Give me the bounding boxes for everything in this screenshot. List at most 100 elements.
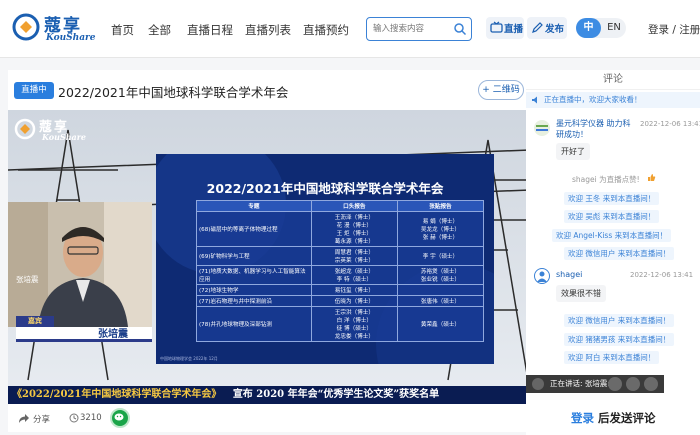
logo-text-en: KouShare xyxy=(46,33,96,43)
wechat-icon xyxy=(114,413,124,421)
live-main-panel: 直播中 2022/2021年中国地球科学联合学术年会 + 二维码 蔻享 KouS… xyxy=(8,70,530,432)
scroll-bottom-icon[interactable] xyxy=(608,377,622,391)
table-cell: 黄荣鑫（硕士） xyxy=(396,306,485,342)
live-title: 2022/2021年中国地球科学联合学术年会 xyxy=(58,85,289,100)
table-cell: (68)磁层中的等离子体物理过程 xyxy=(196,211,312,247)
lang-en-button[interactable]: EN xyxy=(603,18,625,38)
ticker-title: 《2022/2021年中国地球科学联合学术年会》 xyxy=(12,389,222,400)
presentation-slide: 2022/2021年中国地球科学联合学术年会 专题 口头报告 张贴报告 (68)… xyxy=(156,154,494,364)
welcome-message: 欢迎 微信用户 来到本直播间！ xyxy=(564,247,675,260)
comment-message: 开好了 xyxy=(556,143,590,160)
award-table: 专题 口头报告 张贴报告 (68)磁层中的等离子体物理过程 王沥泽（博士） 花 … xyxy=(196,200,485,342)
login-link[interactable]: 登录 xyxy=(571,411,594,425)
welcome-message: 欢迎 吴彪 来到本直播间！ xyxy=(564,210,660,223)
login-to-comment: 登录 后发送评论 xyxy=(571,410,656,426)
share-icon[interactable] xyxy=(18,413,30,424)
welcome-message: 欢迎 阿白 来到本直播间！ xyxy=(564,351,660,364)
tv-icon xyxy=(490,21,503,33)
clock-icon xyxy=(69,413,79,423)
table-cell: 易 娟（博士） 吴龙龙（博士） 张 赫（博士） xyxy=(396,211,485,247)
table-cell: (71)地质大数据、机器学习与人工智能算法应用 xyxy=(196,265,312,285)
like-notice: shagei 为直播点赞! xyxy=(572,175,640,184)
avatar xyxy=(534,268,550,284)
table-cell: 张超龙（硕士） 李 特（硕士） xyxy=(310,265,398,285)
nav-live-list[interactable]: 直播列表 xyxy=(245,22,291,38)
publish-button-label: 发布 xyxy=(545,24,565,35)
welcome-message: 欢迎 猪猪男孩 来到本直播间！ xyxy=(564,333,675,346)
comments-panel: 评论 正在直播中，欢迎大家收看！ 墨元科学仪器 助力科研成功！ 2022-12-… xyxy=(526,70,700,435)
language-switch: 中 EN xyxy=(576,18,626,38)
comment-time: 2022-12-06 13:41 xyxy=(640,120,700,128)
scroll-top-icon[interactable] xyxy=(626,377,640,391)
now-speaking-text: 正在讲话: 张培震: xyxy=(550,379,610,388)
guest-name: 张培震 xyxy=(16,327,152,342)
watermark-text-en: KouShare xyxy=(42,132,87,142)
company-logo-icon xyxy=(536,125,548,131)
table-header: 张贴报告 xyxy=(396,200,485,212)
koushare-logo-icon xyxy=(14,118,36,140)
qr-code-button[interactable]: + 二维码 xyxy=(478,80,524,100)
slide-title: 2022/2021年中国地球科学联合学术年会 xyxy=(206,181,444,196)
live-status-badge: 直播中 xyxy=(14,82,54,99)
nav-home[interactable]: 首页 xyxy=(111,22,134,38)
video-actions-bar: 分享 3210 xyxy=(8,404,530,432)
table-cell: 王沥泽（博士） 花 漫（博士） 王 炬（博士） 葛永源（博士） xyxy=(310,211,398,247)
welcome-message: 欢迎 微信用户 来到本直播间！ xyxy=(564,314,675,327)
site-logo[interactable]: 蔻享 KouShare xyxy=(12,9,96,49)
nav-live-schedule[interactable]: 直播日程 xyxy=(187,22,233,38)
search-input[interactable] xyxy=(373,21,449,37)
share-label[interactable]: 分享 xyxy=(33,413,50,425)
login-register-link[interactable]: 登录 / 注册 xyxy=(648,22,700,37)
speaker-icon xyxy=(532,96,537,104)
table-row: (77)岩石物理与井中探测前沿 伍晓为（博士） 张唐伟（硕士） xyxy=(196,295,485,307)
table-cell: (69)矿物科学与工程 xyxy=(196,246,312,266)
speaker-mic-label: 张培震 xyxy=(16,275,39,284)
table-cell: (77)岩石物理与井中探测前沿 xyxy=(196,295,312,307)
news-ticker: 《2022/2021年中国地球科学联合学术年会》 宣布 2020 年年会“优秀学… xyxy=(8,386,530,404)
live-notice-text: 正在直播中，欢迎大家收看！ xyxy=(544,95,642,104)
table-row: (78)井孔地球物理及深部钻测 王宗洪（博士） 白 洋（博士） 徒 博（硕士） … xyxy=(196,306,485,342)
search-icon[interactable] xyxy=(453,22,467,36)
post-comment-label: 后发送评论 xyxy=(598,411,656,425)
table-cell: 周慧君（博士） 宗英莱（博士） xyxy=(310,246,398,266)
ticker-text: 宣布 2020 年年会“优秀学生论文奖”获奖名单 xyxy=(232,389,440,400)
table-cell: 王宗洪（博士） 白 洋（博士） 徒 博（硕士） 龙忠娄（博士） xyxy=(310,306,398,342)
view-count: 3210 xyxy=(80,413,102,423)
user-avatar-icon xyxy=(537,271,547,282)
table-cell: 李 宇（硕士） xyxy=(396,246,485,266)
wechat-share-icon[interactable] xyxy=(110,408,130,428)
koushare-logo-icon xyxy=(12,13,40,41)
live-button[interactable]: 直播 xyxy=(486,17,524,39)
table-row: (68)磁层中的等离子体物理过程 王沥泽（博士） 花 漫（博士） 王 炬（博士）… xyxy=(196,211,485,247)
table-cell: 伍晓为（博士） xyxy=(310,295,398,307)
lang-zh-button[interactable]: 中 xyxy=(576,18,601,38)
nav-live-booking[interactable]: 直播预约 xyxy=(303,22,349,38)
comment-scroll-controls xyxy=(604,375,664,393)
table-header: 专题 xyxy=(196,200,312,212)
table-cell: (72)地球生物学 xyxy=(196,284,312,296)
video-watermark-logo: 蔻享 KouShare xyxy=(14,116,96,146)
welcome-message: 欢迎 Angel-Kiss 来到本直播间！ xyxy=(552,229,672,242)
welcome-message: 欢迎 王冬 来到本直播间！ xyxy=(564,192,660,205)
table-cell: (78)井孔地球物理及深部钻测 xyxy=(196,306,312,342)
table-row: (72)地球生物学 易钰玺（博士） xyxy=(196,284,485,296)
comment-message: 效果很不错 xyxy=(556,285,606,302)
guest-tag: 嘉宾 xyxy=(16,316,54,327)
speaker-camera xyxy=(8,202,152,327)
table-cell xyxy=(396,284,485,296)
pen-icon xyxy=(532,22,543,33)
refresh-icon[interactable] xyxy=(644,377,658,391)
top-navbar: 蔻享 KouShare 首页 全部 直播日程 直播列表 直播预约 直播 发布 中… xyxy=(0,0,700,58)
table-cell: 易钰玺（博士） xyxy=(310,284,398,296)
table-row: (71)地质大数据、机器学习与人工智能算法应用 张超龙（硕士） 李 特（硕士） … xyxy=(196,265,485,285)
publish-button[interactable]: 发布 xyxy=(527,17,567,39)
avatar xyxy=(534,120,550,136)
video-player[interactable]: 蔻享 KouShare 张培震 嘉宾 张培震 2022/2021年中国地球科学联… xyxy=(8,110,530,404)
nav-all[interactable]: 全部 xyxy=(148,22,171,38)
comment-username: 墨元科学仪器 助力科研成功！ xyxy=(556,119,631,139)
live-button-label: 直播 xyxy=(504,24,524,35)
slide-footer: 中国地球物理学会 2022年 12月 xyxy=(160,356,218,361)
table-cell: 苏裕煲（硕士） 张业锐（硕士） xyxy=(396,265,485,285)
comment-time: 2022-12-06 13:41 xyxy=(630,271,694,279)
speaker-portrait xyxy=(8,202,152,327)
